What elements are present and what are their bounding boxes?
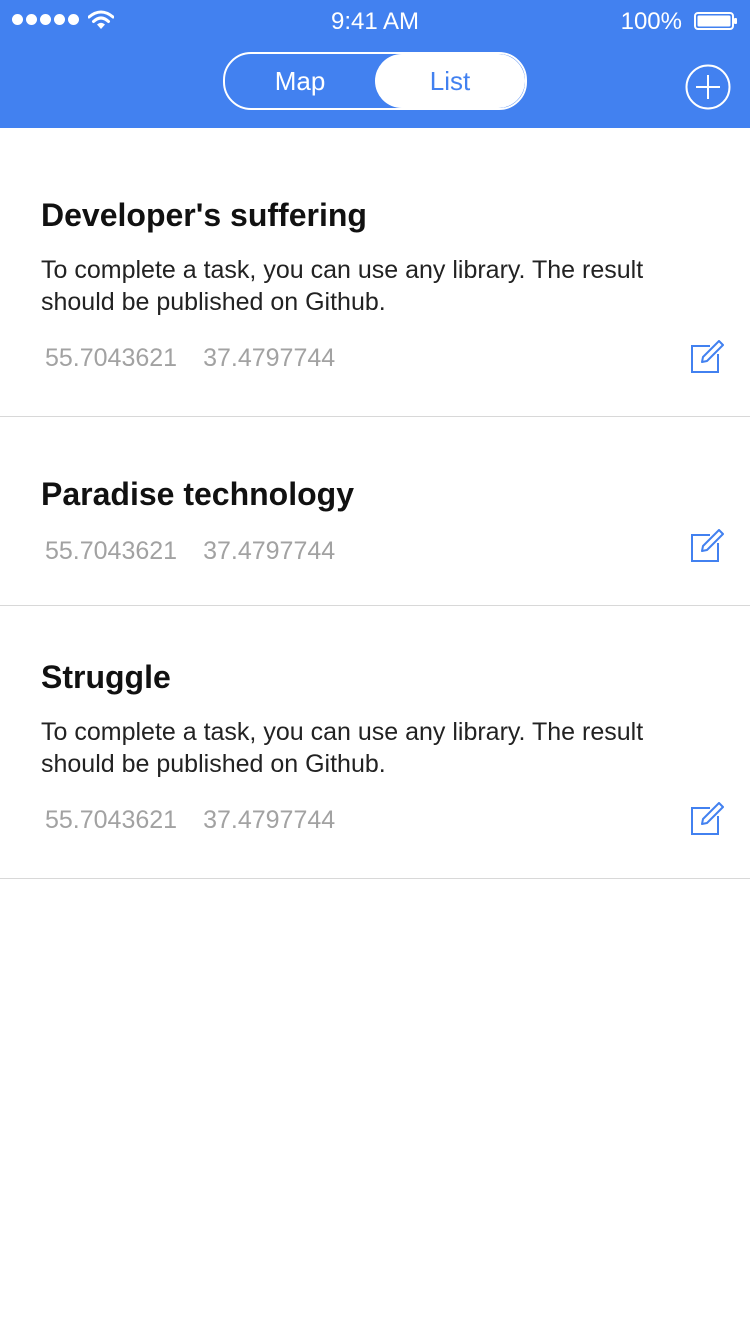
tab-map[interactable]: Map bbox=[225, 54, 375, 108]
item-coordinates: 55.7043621 37.4797744 bbox=[41, 342, 720, 374]
item-coordinates: 55.7043621 37.4797744 bbox=[41, 804, 720, 836]
add-place-button[interactable] bbox=[685, 64, 731, 110]
battery-percentage: 100% bbox=[620, 8, 682, 35]
status-bar: 9:41 AM 100% bbox=[0, 0, 750, 40]
list-item[interactable]: Paradise technology 55.7043621 37.4797744 bbox=[0, 417, 750, 606]
edit-icon[interactable] bbox=[690, 340, 724, 374]
item-title: Struggle bbox=[41, 659, 171, 695]
item-description: To complete a task, you can use any libr… bbox=[41, 718, 644, 778]
item-title: Paradise technology bbox=[41, 476, 354, 512]
item-description: To complete a task, you can use any libr… bbox=[41, 256, 644, 316]
item-coordinates: 55.7043621 37.4797744 bbox=[41, 535, 720, 567]
item-longitude: 37.4797744 bbox=[203, 344, 336, 372]
item-latitude: 55.7043621 bbox=[45, 806, 178, 834]
navigation-header: 9:41 AM 100% Map List bbox=[0, 0, 750, 128]
tab-list[interactable]: List bbox=[375, 54, 525, 108]
item-latitude: 55.7043621 bbox=[45, 537, 178, 565]
plus-circle-icon bbox=[685, 64, 731, 110]
edit-icon[interactable] bbox=[690, 802, 724, 836]
item-title: Developer's suffering bbox=[41, 197, 367, 233]
battery-icon bbox=[694, 12, 737, 30]
list-item[interactable]: Developer's suffering To complete a task… bbox=[0, 128, 750, 417]
item-longitude: 37.4797744 bbox=[203, 537, 336, 565]
view-mode-segmented-control: Map List bbox=[223, 52, 527, 110]
places-list: Developer's suffering To complete a task… bbox=[0, 128, 750, 879]
item-longitude: 37.4797744 bbox=[203, 806, 336, 834]
list-item[interactable]: Struggle To complete a task, you can use… bbox=[0, 606, 750, 879]
item-latitude: 55.7043621 bbox=[45, 344, 178, 372]
edit-icon[interactable] bbox=[690, 529, 724, 563]
